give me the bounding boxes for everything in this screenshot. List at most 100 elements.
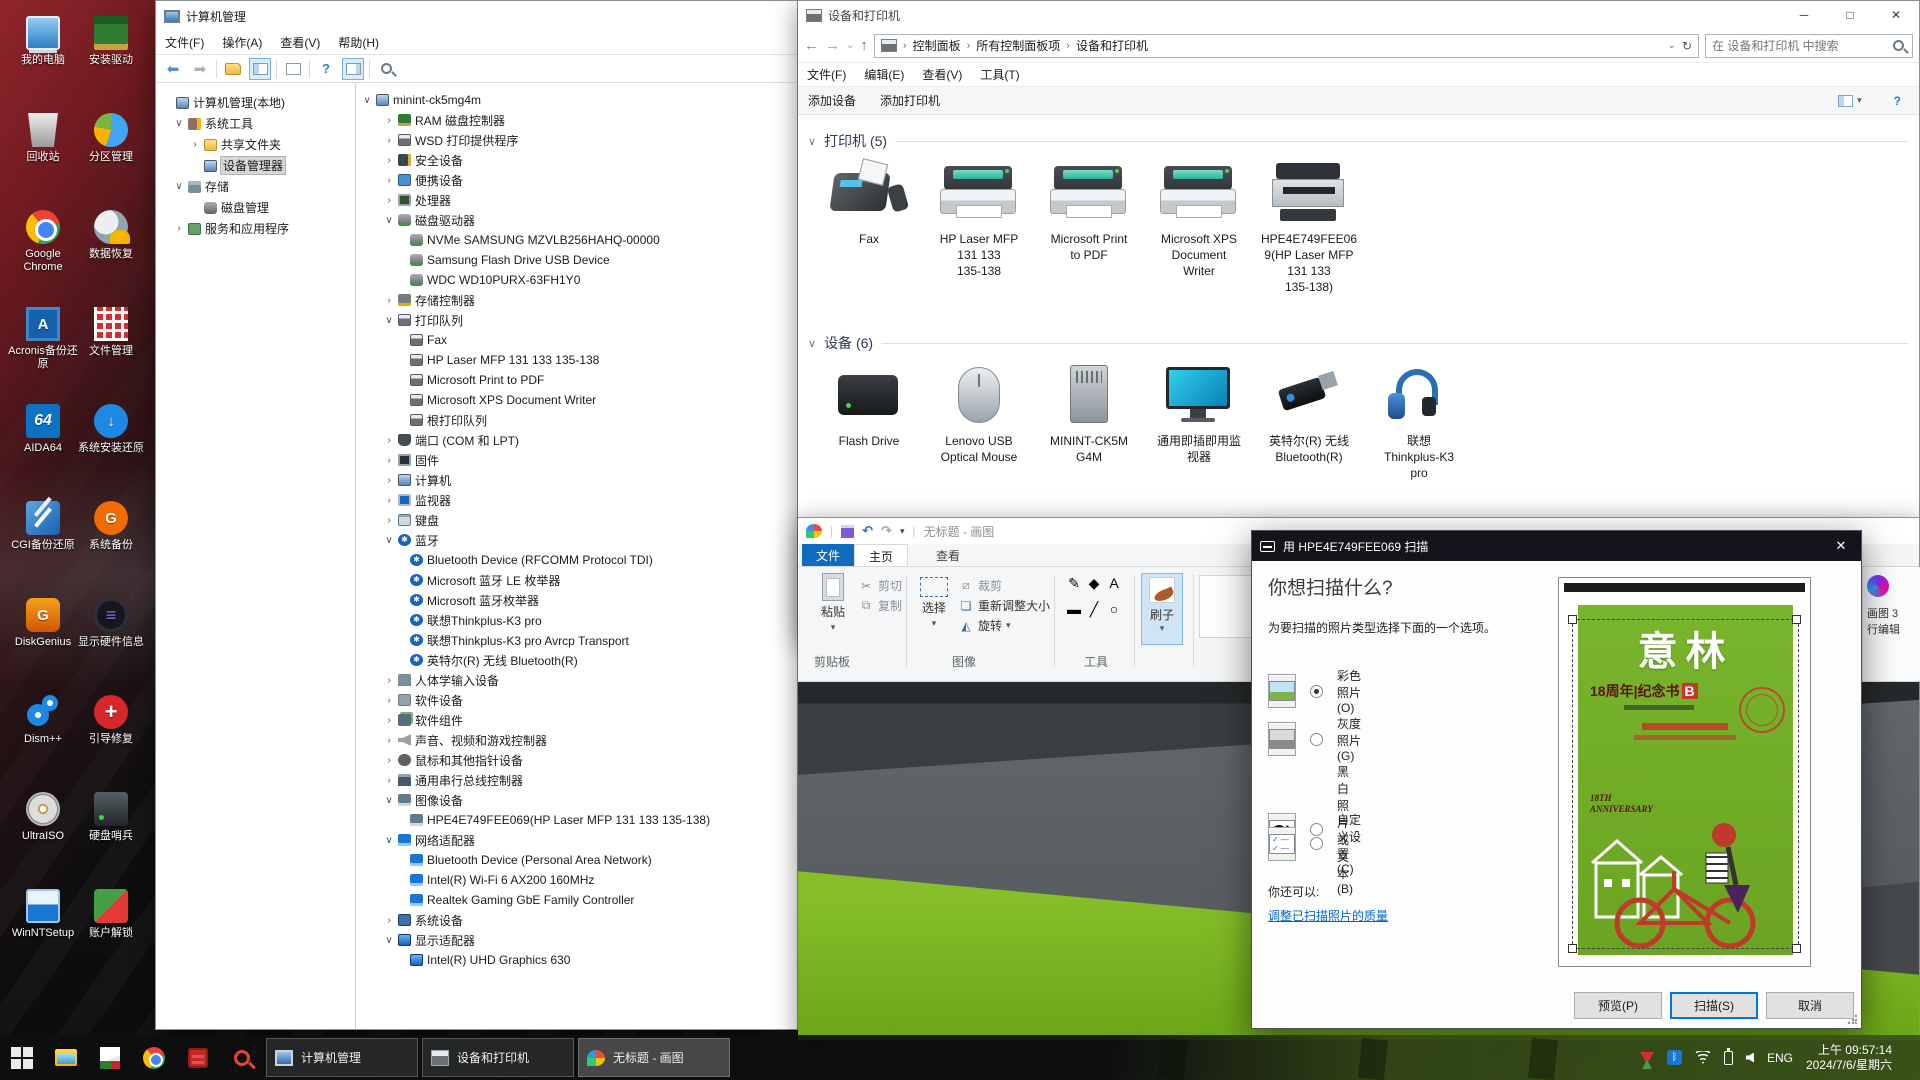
paint-tool-icon[interactable]: ▬ xyxy=(1064,601,1084,627)
add-printer-button[interactable]: 添加打印机 xyxy=(880,92,940,109)
expander-icon[interactable]: › xyxy=(384,155,394,166)
breadcrumb-devices-printers[interactable]: 设备和打印机 xyxy=(1076,37,1148,54)
cm-menu-view[interactable]: 查看(V) xyxy=(271,34,329,51)
resize-button[interactable]: ❏ 重新调整大小 xyxy=(958,597,1050,614)
maximize-button[interactable]: □ xyxy=(1827,1,1873,29)
marquee-handle[interactable] xyxy=(1568,615,1577,624)
device-item[interactable]: MININT-CK5M G4M xyxy=(1034,363,1144,481)
copy-button[interactable]: ⧉ 复制 xyxy=(858,597,902,614)
device-tree-item[interactable]: › 通用串行总线控制器 xyxy=(356,770,797,790)
adjust-quality-link[interactable]: 调整已扫描照片的质量 xyxy=(1268,907,1388,924)
device-tree-item[interactable]: › 系统设备 xyxy=(356,910,797,930)
cm-tree-item[interactable]: › 共享文件夹 xyxy=(156,134,355,155)
expander-icon[interactable]: › xyxy=(384,115,394,126)
paint-tool-icon[interactable]: ╱ xyxy=(1084,601,1104,627)
device-tree-item[interactable]: › 安全设备 xyxy=(356,150,797,170)
expander-icon[interactable]: ∨ xyxy=(384,315,394,326)
paste-button[interactable]: 粘贴 ▾ xyxy=(810,573,856,649)
device-tree-item[interactable]: › 鼠标和其他指针设备 xyxy=(356,750,797,770)
desktop-app-icon[interactable] xyxy=(26,210,60,244)
cm-tree-item[interactable]: ∨ 系统工具 xyxy=(156,113,355,134)
device-tree-item[interactable]: Microsoft 蓝牙 LE 枚举器 xyxy=(356,570,797,590)
cm-tree-item[interactable]: 磁盘管理 xyxy=(156,197,355,218)
device-tree-item[interactable]: Intel(R) Wi-Fi 6 AX200 160MHz xyxy=(356,870,797,890)
save-icon[interactable] xyxy=(841,524,855,538)
up-icon[interactable]: ↑ xyxy=(860,37,868,54)
device-tree-item[interactable]: › 端口 (COM 和 LPT) xyxy=(356,430,797,450)
export-icon[interactable] xyxy=(222,58,244,80)
desktop-icon[interactable]: CGI备份还原 xyxy=(8,501,78,598)
desktop-app-icon[interactable]: ↓ xyxy=(94,404,128,438)
desktop-app-icon[interactable] xyxy=(94,889,128,923)
wifi-icon[interactable] xyxy=(1694,1051,1711,1064)
back-icon[interactable]: ⬅ xyxy=(162,58,184,80)
cm-menu-help[interactable]: 帮助(H) xyxy=(329,34,388,51)
device-tree-item[interactable]: › 监视器 xyxy=(356,490,797,510)
cm-tree-item[interactable]: › 服务和应用程序 xyxy=(156,218,355,239)
console-tree-toggle-icon[interactable] xyxy=(249,57,271,80)
desktop-app-icon[interactable] xyxy=(26,792,60,826)
device-tree-item[interactable]: › 计算机 xyxy=(356,470,797,490)
device-tree-item[interactable]: Microsoft 蓝牙枚举器 xyxy=(356,590,797,610)
radio-button[interactable] xyxy=(1310,837,1323,850)
cm-tree-item[interactable]: ∨ 存储 xyxy=(156,176,355,197)
device-tree-item[interactable]: Intel(R) UHD Graphics 630 xyxy=(356,950,797,970)
cancel-button[interactable]: 取消 xyxy=(1766,992,1854,1019)
cm-menu-action[interactable]: 操作(A) xyxy=(213,34,271,51)
printers-group-header[interactable]: ∨ 打印机 (5) xyxy=(808,131,1908,151)
desktop-icon[interactable]: 安装驱动 xyxy=(76,16,146,113)
preview-button[interactable]: 预览(P) xyxy=(1574,992,1662,1019)
desktop-app-icon[interactable] xyxy=(28,113,58,147)
desktop-app-icon[interactable]: 64 xyxy=(26,404,60,438)
radio-button[interactable] xyxy=(1310,732,1323,746)
device-tree-item[interactable]: Microsoft XPS Document Writer xyxy=(356,390,797,410)
edit-with-paint3d-button[interactable]: 画图 3 行编辑 xyxy=(1862,567,1920,681)
device-tree-item[interactable]: HPE4E749FEE069(HP Laser MFP 131 133 135-… xyxy=(356,810,797,830)
close-button[interactable]: ✕ xyxy=(1873,1,1919,29)
expander-icon[interactable]: › xyxy=(384,295,394,306)
printer-item[interactable]: HPE4E749FEE06 9(HP Laser MFP 131 133 135… xyxy=(1254,161,1364,295)
expander-icon[interactable]: ∨ xyxy=(384,795,394,806)
minimize-button[interactable]: ─ xyxy=(1781,1,1827,29)
cm-menu-file[interactable]: 文件(F) xyxy=(156,34,213,51)
shape-icon[interactable] xyxy=(1204,616,1226,635)
forward-icon[interactable]: → xyxy=(825,37,840,54)
shape-icon[interactable] xyxy=(1226,616,1248,635)
printer-item[interactable]: Microsoft Print to PDF xyxy=(1034,161,1144,295)
expander-icon[interactable]: ∨ xyxy=(384,935,394,946)
help-icon[interactable]: ? xyxy=(315,58,337,80)
recent-locations-icon[interactable]: ⌄ xyxy=(846,40,854,51)
desktop-app-icon[interactable] xyxy=(94,113,128,147)
paint-tool-icon[interactable]: A xyxy=(1104,575,1124,601)
device-tree-item[interactable]: › 处理器 xyxy=(356,190,797,210)
device-tree-item[interactable]: 英特尔(R) 无线 Bluetooth(R) xyxy=(356,650,797,670)
expander-icon[interactable]: › xyxy=(190,139,200,150)
cm-titlebar[interactable]: 计算机管理 xyxy=(156,1,797,31)
desktop-icon[interactable]: 文件管理 xyxy=(76,307,146,404)
cut-button[interactable]: ✂ 剪切 xyxy=(858,577,902,594)
expander-icon[interactable]: ∨ xyxy=(384,835,394,846)
address-dropdown-icon[interactable]: ⌄ xyxy=(1668,40,1676,51)
option-thumbnail-icon[interactable] xyxy=(1268,826,1296,861)
refresh-icon[interactable]: ↻ xyxy=(1682,39,1692,53)
dp-menu-view[interactable]: 查看(V) xyxy=(913,66,971,83)
brush-button[interactable]: 刷子 ▾ xyxy=(1141,573,1183,645)
scan-type-option[interactable]: 灰度照片(G) xyxy=(1268,715,1362,763)
expander-icon[interactable]: › xyxy=(384,495,394,506)
desktop-app-icon[interactable] xyxy=(94,307,128,341)
device-tree-item[interactable]: ∨ 网络适配器 xyxy=(356,830,797,850)
device-tree-item[interactable]: › 固件 xyxy=(356,450,797,470)
language-indicator[interactable]: ENG xyxy=(1767,1051,1793,1065)
option-thumbnail-icon[interactable] xyxy=(1268,674,1296,708)
back-icon[interactable]: ← xyxy=(804,37,819,54)
device-tree-item[interactable]: ∨ minint-ck5mg4m xyxy=(356,90,797,110)
desktop-app-icon[interactable]: G xyxy=(26,598,60,632)
desktop-app-icon[interactable]: G xyxy=(94,501,128,535)
device-tree-item[interactable]: 联想Thinkplus-K3 pro xyxy=(356,610,797,630)
customize-qat-icon[interactable]: ▾ xyxy=(900,526,905,537)
taskbar-clock[interactable]: 上午 09:57:14 2024/7/6/星期六 xyxy=(1806,1043,1892,1073)
device-tree-item[interactable]: ∨ 磁盘驱动器 xyxy=(356,210,797,230)
cm-tree-item[interactable]: 计算机管理(本地) xyxy=(156,92,355,113)
properties-icon[interactable] xyxy=(282,58,304,80)
device-tree-item[interactable]: › 键盘 xyxy=(356,510,797,530)
